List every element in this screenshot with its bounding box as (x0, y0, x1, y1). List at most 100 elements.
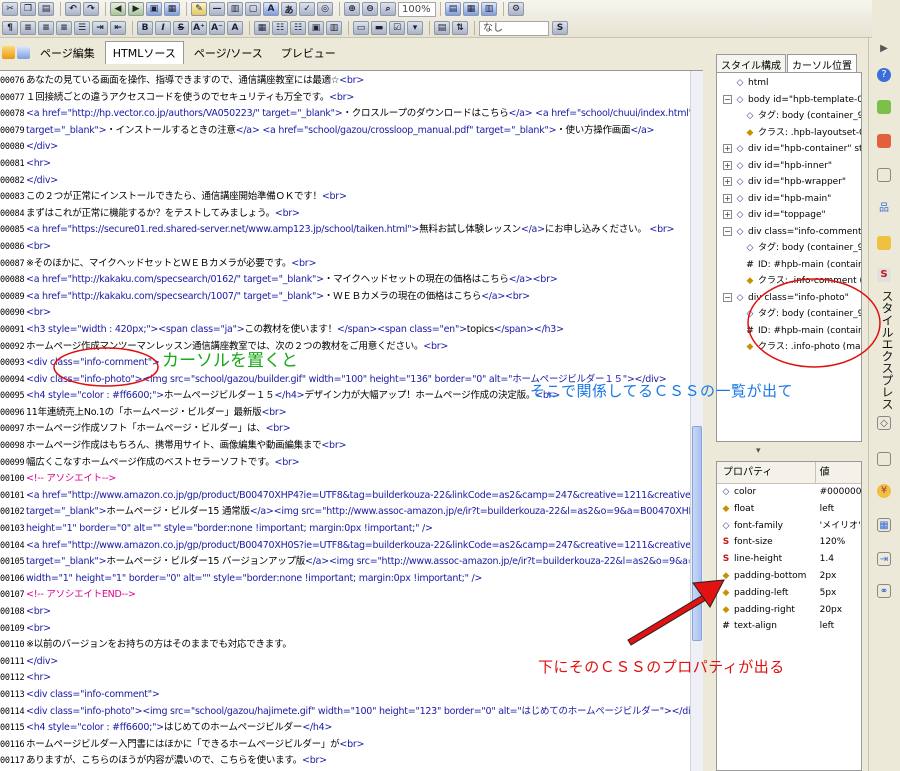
tree-node[interactable]: − ◇ div class="info-comment" (717, 224, 861, 241)
zoom-select[interactable]: 100% (398, 1, 436, 17)
code-line[interactable]: 00117 ありますが、こちらのほうが内容が濃いので、こちらを使います。<br> (0, 753, 690, 770)
code-line[interactable]: 00113 <div class="info-comment"> (0, 687, 690, 704)
settings-icon[interactable]: ⚙ (508, 2, 524, 16)
tab-preview[interactable]: プレビュー (273, 41, 344, 64)
code-line[interactable]: 00099 幅広くこなすホームページ作成のベストセラーソフトです。<br> (0, 455, 690, 472)
code-line[interactable]: 00076 あなたの見ている画面を操作、指導できますので、通信講座教室には最適☆<… (0, 73, 690, 90)
zoom-in-icon[interactable]: ⊕ (344, 2, 360, 16)
pane-splitter-icon[interactable]: ▾ (756, 446, 761, 456)
cut-icon[interactable]: ✂ (2, 2, 18, 16)
property-value[interactable]: 'メイリオ',Me (816, 518, 861, 535)
property-value[interactable]: #000000 (816, 484, 861, 501)
font-size-up-icon[interactable]: A⁺ (191, 21, 207, 35)
tree-node[interactable]: + ◇ div id="toppage" (717, 207, 861, 224)
code-line[interactable]: 00081 <hr> (0, 156, 690, 173)
property-value[interactable]: 5px (816, 585, 861, 602)
tree-node[interactable]: −◇ body id="hpb-template-09-0 (717, 92, 861, 109)
value-column-header[interactable]: 値 (816, 462, 861, 483)
material-icon[interactable] (877, 134, 891, 148)
tree-node[interactable]: + ◇ div id="hpb-inner" (717, 158, 861, 175)
cell-merge-icon[interactable]: ▣ (308, 21, 324, 35)
text-color-icon[interactable]: A (263, 2, 279, 16)
property-value[interactable]: 2px (816, 568, 861, 585)
align-right-icon[interactable]: ≡ (56, 21, 72, 35)
property-row[interactable]: ◆ padding-left 5px (717, 585, 861, 602)
row-insert-icon[interactable]: ☷ (272, 21, 288, 35)
property-value[interactable]: 20px (816, 602, 861, 619)
code-line[interactable]: 00085 <a href="https://secure01.red.share… (0, 222, 690, 239)
code-line[interactable]: 00086 <br> (0, 239, 690, 256)
code-line[interactable]: 00080 </div> (0, 139, 690, 156)
code-line[interactable]: 00109 <br> (0, 621, 690, 638)
tab-style-structure[interactable]: スタイル構成 (716, 54, 786, 72)
font-size-down-icon[interactable]: A⁻ (209, 21, 225, 35)
code-line[interactable]: 00087 ※そのほかに、マイクヘッドセットとＷＥＢカメラが必要です。<br> (0, 256, 690, 273)
property-value[interactable]: 120% (816, 534, 861, 551)
collapse-icon[interactable]: − (723, 94, 732, 104)
code-line[interactable]: 00100 <!-- アソシエイト--> (0, 471, 690, 488)
tree-node[interactable]: ◇ html (717, 75, 861, 92)
code-line[interactable]: 00083 この２つが正常にインストールできたら、通信講座開始準備ＯＫです！<br… (0, 189, 690, 206)
grid-icon[interactable]: ▦ (463, 2, 479, 16)
tab-cursor-position[interactable]: カーソル位置 (787, 54, 857, 72)
code-line[interactable]: 00079 target="_blank">・インストールするときの注意</a> … (0, 123, 690, 140)
tab-page-edit[interactable]: ページ編集 (32, 41, 103, 64)
code-line[interactable]: 00091 <h3 style="width : 420px;"><span cl… (0, 322, 690, 339)
tab-html-source[interactable]: HTMLソース (104, 40, 184, 64)
pen-icon[interactable]: ✎ (191, 2, 207, 16)
expand-icon[interactable]: + (723, 160, 732, 170)
zoom-out-icon[interactable]: ⊖ (362, 2, 378, 16)
code-line[interactable]: 00104 <a href="http://www.amazon.co.jp/gp… (0, 538, 690, 555)
property-row[interactable]: ◆ padding-right 20px (717, 602, 861, 619)
strike-button[interactable]: S (173, 21, 189, 35)
code-line[interactable]: 00084 まずはこれが正常に機能するか？をテストしてみましょう。<br> (0, 206, 690, 223)
form-icon[interactable]: ▭ (353, 21, 369, 35)
tree-node[interactable]: ◇ タグ: body (container_9A_2 (717, 240, 861, 257)
style-icon[interactable]: S (552, 21, 568, 35)
style-express-label[interactable]: スタイルエクスプレス (877, 290, 894, 410)
expand-icon[interactable]: + (723, 144, 732, 153)
layout-icon[interactable]: ▥ (227, 2, 243, 16)
collapse-icon[interactable]: − (723, 292, 732, 302)
code-line[interactable]: 00090 <br> (0, 305, 690, 322)
code-line[interactable]: 00114 <div class="info-photo"><img src="s… (0, 704, 690, 721)
code-line[interactable]: 00088 <a href="http://kakaku.com/specsear… (0, 272, 690, 289)
property-row[interactable]: ◇ color #000000 (717, 484, 861, 501)
tree-node[interactable]: # ID: #hpb-main (container_ (717, 323, 861, 340)
style-express-icon[interactable]: S (877, 268, 891, 282)
property-value[interactable]: left (816, 618, 861, 635)
tab-page-source[interactable]: ページ/ソース (186, 41, 271, 64)
code-line[interactable]: 00106 width="1" height="1" border="0" alt… (0, 571, 690, 588)
tree-node[interactable]: ◇ タグ: body (container_9A_2 (717, 306, 861, 323)
view-icon[interactable]: ▤ (445, 2, 461, 16)
tree-node[interactable]: ◇ タグ: body (container_9A_2 (717, 108, 861, 125)
code-line[interactable]: 00078 <a href="http://hp.vector.co.jp/aut… (0, 106, 690, 123)
link-panel-icon[interactable]: ⚭ (877, 584, 891, 598)
tree-node[interactable]: ◆ クラス: .info-photo (main_9 (717, 339, 861, 356)
forward-icon[interactable]: ▶ (128, 2, 144, 16)
undo-icon[interactable]: ↶ (65, 2, 81, 16)
line-icon[interactable]: — (209, 2, 225, 16)
code-line[interactable]: 00082 </div> (0, 173, 690, 190)
paste-icon[interactable]: ▤ (38, 2, 54, 16)
indent-icon[interactable]: ⇥ (92, 21, 108, 35)
code-line[interactable]: 00089 <a href="http://kakaku.com/specsear… (0, 289, 690, 306)
button-insert-icon[interactable]: ▬ (371, 21, 387, 35)
preview-icon[interactable]: ◎ (317, 2, 333, 16)
outdent-icon[interactable]: ⇤ (110, 21, 126, 35)
font-select[interactable]: なし (479, 20, 549, 36)
table-icon[interactable]: ▦ (164, 2, 180, 16)
table-panel-icon[interactable]: ▦ (877, 518, 891, 532)
page-panel-icon[interactable] (877, 168, 891, 182)
redo-icon[interactable]: ↷ (83, 2, 99, 16)
bold-button[interactable]: B (137, 21, 153, 35)
code-line[interactable]: 00096 11年連続売上No.1の「ホームページ・ビルダー」最新版<br> (0, 405, 690, 422)
export-icon[interactable]: ⇥ (877, 552, 891, 566)
navi-icon[interactable]: ◇ (877, 416, 891, 430)
layer-panel-icon[interactable] (877, 452, 891, 466)
layer-icon[interactable]: ▤ (434, 21, 450, 35)
property-value[interactable]: left (816, 501, 861, 518)
collapse-icon[interactable]: − (723, 226, 732, 236)
image-icon[interactable]: ▣ (146, 2, 162, 16)
link-button[interactable]: A (227, 21, 243, 35)
